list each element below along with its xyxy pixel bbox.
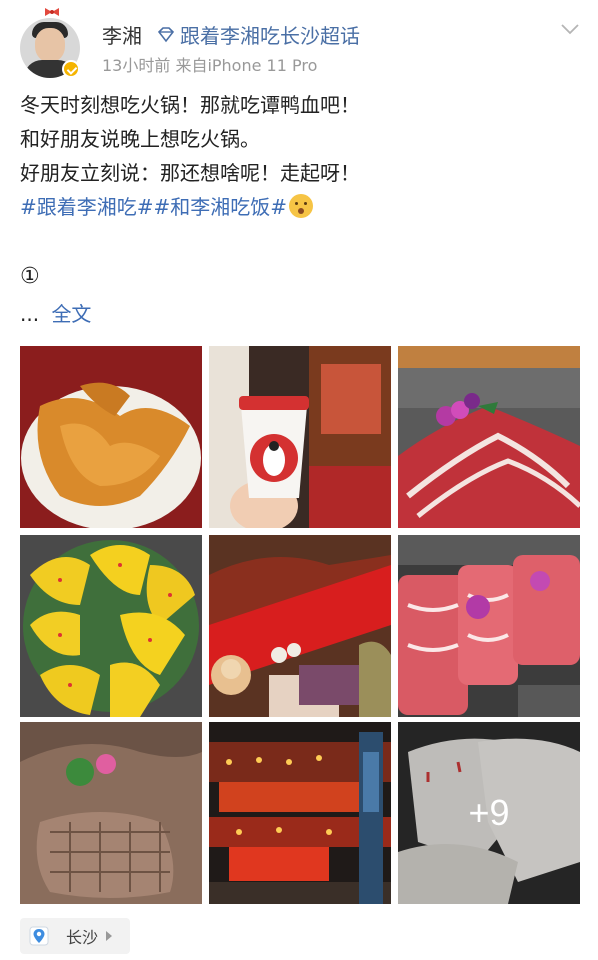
photo-hotpot-banner-image — [209, 535, 391, 717]
topic-link[interactable]: 跟着李湘吃长沙超话 — [156, 20, 360, 49]
photo-beef-rolls-image — [398, 346, 580, 528]
diamond-topic-icon — [157, 26, 175, 42]
location-label: 长沙 — [66, 928, 99, 947]
post-line-2: 和好朋友说晚上想吃火锅。 — [20, 127, 260, 151]
photo-tripe[interactable] — [20, 722, 202, 904]
photo-more-overlay[interactable]: +9 — [398, 722, 580, 904]
photo-storefront[interactable] — [209, 722, 391, 904]
avatar-face — [35, 28, 65, 62]
location-tag[interactable]: 长沙 — [20, 918, 130, 954]
circled-number: ① — [20, 264, 40, 289]
photo-tripe-image — [20, 722, 202, 904]
post-line-4: #跟着李湘吃##和李湘吃饭# — [20, 190, 580, 224]
location-pin-icon — [29, 926, 49, 946]
chevron-right-icon — [106, 931, 113, 941]
more-photos-count: +9 — [398, 722, 580, 904]
read-more-row: ... 全文 — [20, 298, 91, 327]
photo-drink-cup[interactable] — [209, 346, 391, 528]
photo-grid: +9 — [20, 346, 580, 904]
photo-meat-slices[interactable] — [398, 535, 580, 717]
avatar-bow-icon — [45, 8, 59, 16]
post-text: 冬天时刻想吃火锅！那就吃谭鸭血吧！ 和好朋友说晚上想吃火锅。 好朋友立刻说：那还… — [20, 88, 580, 224]
photo-drink-cup-image — [209, 346, 391, 528]
hushed-face-emoji-icon — [289, 194, 314, 218]
photo-meat-slices-image — [398, 535, 580, 717]
photo-fried-chicken[interactable] — [20, 346, 202, 528]
post-line-3: 好朋友立刻说：那还想啥呢！走起呀！ — [20, 161, 360, 185]
photo-dumplings[interactable] — [20, 535, 202, 717]
topic-label: 跟着李湘吃长沙超话 — [180, 24, 360, 48]
photo-dumplings-image — [20, 535, 202, 717]
ellipsis: ... — [20, 302, 40, 326]
photo-storefront-image — [209, 722, 391, 904]
post-header: 李湘 跟着李湘吃长沙超话 13小时前 来自iPhone 11 Pro — [0, 0, 598, 90]
photo-beef-rolls[interactable] — [398, 346, 580, 528]
chevron-down-icon[interactable] — [560, 22, 580, 36]
photo-hotpot-banner[interactable] — [209, 535, 391, 717]
username[interactable]: 李湘 — [102, 20, 142, 49]
verified-badge-icon — [62, 60, 80, 78]
post-line-1: 冬天时刻想吃火锅！那就吃谭鸭血吧！ — [20, 93, 360, 117]
full-text-link[interactable]: 全文 — [51, 302, 91, 326]
photo-fried-chicken-image — [20, 346, 202, 528]
post-meta: 13小时前 来自iPhone 11 Pro — [102, 56, 318, 75]
hashtag-links[interactable]: #跟着李湘吃##和李湘吃饭# — [20, 195, 287, 219]
